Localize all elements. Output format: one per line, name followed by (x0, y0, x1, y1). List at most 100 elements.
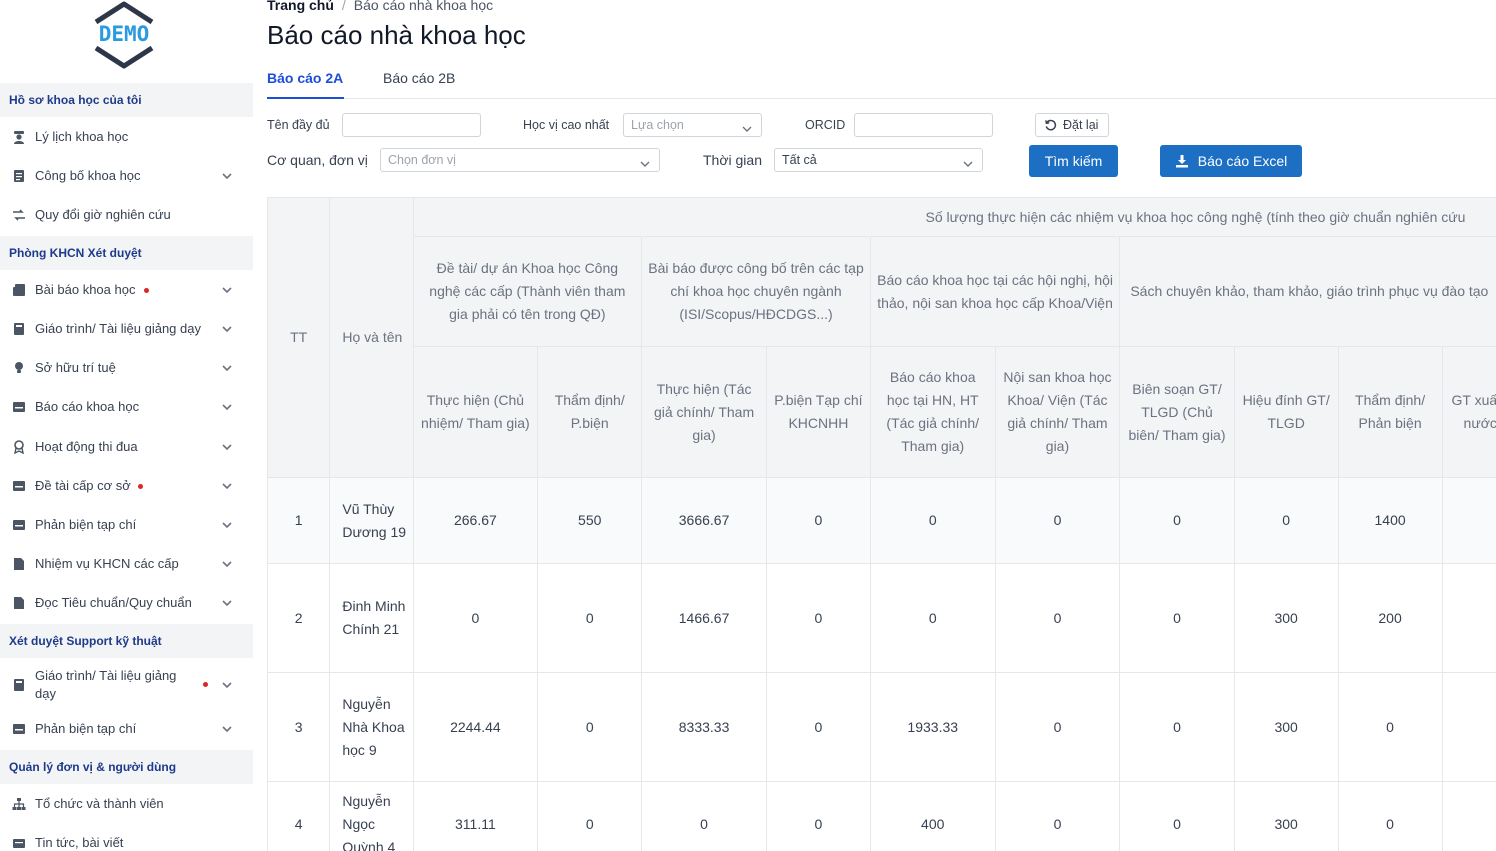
cell-tt: 3 (267, 672, 331, 782)
cell-value: 0 (537, 781, 643, 851)
cell-value: 0 (994, 672, 1121, 782)
sidebar-item-articles[interactable]: Bài báo khoa học (0, 271, 253, 309)
sidebar-item-competitions[interactable]: Hoạt động thi đua (0, 428, 253, 466)
sidebar-item-label: Đọc Tiêu chuẩn/Quy chuẩn (35, 595, 192, 610)
report-table-container[interactable]: TT Họ và tên Số lượng thực hiện các nhiệ… (267, 197, 1496, 851)
group-header-projects: Đề tài/ dự án Khoa học Công nghệ các cấp… (412, 236, 643, 347)
orcid-label: ORCID (805, 118, 846, 132)
full-name-label: Tên đầy đủ (267, 118, 330, 132)
sidebar-item-publications[interactable]: Công bố khoa học (0, 157, 253, 195)
excel-report-button[interactable]: Báo cáo Excel (1160, 145, 1302, 177)
cell-value: 266.67 (412, 477, 539, 564)
search-button[interactable]: Tìm kiếm (1029, 145, 1118, 177)
cell-value: 0 (641, 781, 767, 851)
section-unit-user-management: Quản lý đơn vị & người dùng (0, 750, 253, 784)
section-support-review: Xét duyệt Support kỹ thuật (0, 624, 253, 658)
report-icon (12, 400, 26, 414)
sidebar: DEMO Hồ sơ khoa học của tôi Lý lịch khoa… (0, 0, 253, 851)
group-header-conference-reports: Báo cáo khoa học tại các hội nghị, hội t… (869, 236, 1121, 347)
sidebar-item-standards[interactable]: Đọc Tiêu chuẩn/Quy chuẩn (0, 584, 253, 622)
report-tabs: Báo cáo 2A Báo cáo 2B (267, 70, 1496, 99)
table-row[interactable]: 4 Nguyễn Ngọc Quỳnh 4 311.11 0 0 0 400 0… (267, 781, 1496, 851)
sidebar-item-intellectual-property[interactable]: Sở hữu trí tuệ (0, 349, 253, 387)
medal-icon (12, 440, 26, 454)
sidebar-item-label: Báo cáo khoa học (35, 399, 140, 414)
excel-report-button-label: Báo cáo Excel (1197, 153, 1288, 169)
newspaper-icon (12, 283, 26, 297)
sidebar-item-organization[interactable]: Tổ chức và thành viên (0, 785, 253, 823)
notification-dot (203, 682, 208, 687)
subcol-header: Hiệu đính GT/ TLGD (1233, 346, 1339, 478)
sidebar-item-news[interactable]: Tin tức, bài viết (0, 824, 253, 851)
col-name-header: Họ và tên (329, 197, 414, 478)
lightbulb-icon (12, 361, 26, 375)
time-select-value: Tất cả (782, 153, 817, 167)
download-icon (1175, 155, 1188, 168)
page-title: Báo cáo nhà khoa học (267, 20, 526, 50)
table-row[interactable]: 2 Đinh Minh Chính 21 0 0 1466.67 0 0 0 0… (267, 563, 1496, 673)
cell-value: 0 (994, 477, 1121, 564)
cell-value: 0 (537, 563, 643, 673)
cell-value: 0 (1337, 672, 1443, 782)
full-name-input[interactable] (342, 113, 481, 137)
cell-value: 0 (869, 563, 996, 673)
reset-button[interactable]: Đặt lại (1035, 113, 1109, 137)
folder-icon (12, 479, 26, 493)
cell-value: 400 (869, 781, 996, 851)
cell-name: Đinh Minh Chính 21 (329, 563, 414, 673)
cell-value: 0 (1441, 477, 1496, 564)
cell-value: 0 (1337, 781, 1443, 851)
sidebar-item-label: Đề tài cấp cơ sở (35, 478, 131, 493)
degree-select[interactable]: Lựa chọn (623, 113, 762, 137)
user-graduate-icon (12, 130, 26, 144)
sidebar-item-support-journal-review[interactable]: Phản biện tạp chí (0, 710, 253, 748)
reset-button-label: Đặt lại (1063, 118, 1099, 132)
sidebar-item-base-projects[interactable]: Đề tài cấp cơ sở (0, 467, 253, 505)
cell-value: 0 (765, 672, 871, 782)
sidebar-item-label: Giáo trình/ Tài liệu giảng dạy (35, 668, 177, 701)
reset-icon (1045, 119, 1057, 130)
table-row[interactable]: 3 Nguyễn Nhà Khoa học 9 2244.44 0 8333.3… (267, 672, 1496, 782)
sidebar-item-scientific-cv[interactable]: Lý lịch khoa học (0, 118, 253, 156)
cell-value: 2244.44 (412, 672, 539, 782)
sidebar-item-textbooks[interactable]: Giáo trình/ Tài liệu giảng dạy (0, 310, 253, 348)
table-row[interactable]: 1 Vũ Thùy Dương 19 266.67 550 3666.67 0 … (267, 477, 1496, 564)
cell-value: 0 (1119, 477, 1235, 564)
sidebar-item-support-textbooks[interactable]: Giáo trình/ Tài liệu giảng dạy (0, 664, 253, 706)
sidebar-item-label: Giáo trình/ Tài liệu giảng dạy (35, 321, 201, 336)
cell-value: 300 (1233, 781, 1339, 851)
tab-report-2b[interactable]: Báo cáo 2B (383, 70, 455, 99)
cell-tt: 2 (267, 563, 331, 673)
chevron-down-icon (962, 155, 974, 167)
demo-logo[interactable]: DEMO (88, 0, 160, 70)
book-icon (12, 322, 26, 336)
sidebar-item-journal-review[interactable]: Phản biện tạp chí (0, 506, 253, 544)
orcid-input[interactable] (854, 113, 993, 137)
sidebar-item-label: Lý lịch khoa học (35, 129, 129, 144)
subcol-header: Thực hiện (Tác giả chính/ Tham gia) (641, 346, 767, 478)
cell-value: 0 (1441, 563, 1496, 673)
chevron-down-icon (221, 170, 233, 182)
cell-value: 200 (1337, 563, 1443, 673)
cell-value: 0 (994, 781, 1121, 851)
subcol-header: Thẩm định/ Phản biện (1337, 346, 1443, 478)
sidebar-item-label: Tin tức, bài viết (35, 835, 124, 850)
unit-select[interactable]: Chọn đơn vị (380, 148, 660, 172)
chevron-down-icon (221, 519, 233, 531)
sidebar-item-label: Bài báo khoa học (35, 282, 136, 297)
breadcrumb-home-link[interactable]: Trang chủ (267, 0, 334, 13)
cell-value: 0 (765, 781, 871, 851)
sidebar-item-label: Phản biện tạp chí (35, 721, 137, 736)
chevron-down-icon (221, 323, 233, 335)
cell-value: 0 (537, 672, 643, 782)
notification-dot (144, 288, 149, 293)
time-label: Thời gian (703, 152, 762, 168)
exchange-icon (12, 208, 26, 222)
time-select[interactable]: Tất cả (774, 148, 983, 172)
group-header-articles: Bài báo được công bố trên các tạp chí kh… (641, 236, 871, 347)
sidebar-item-scientific-reports[interactable]: Báo cáo khoa học (0, 388, 253, 426)
cell-value: 3666.67 (641, 477, 767, 564)
tab-report-2a[interactable]: Báo cáo 2A (267, 70, 344, 99)
sidebar-item-khcn-tasks[interactable]: Nhiệm vụ KHCN các cấp (0, 545, 253, 583)
sidebar-item-research-hours[interactable]: Quy đổi giờ nghiên cứu (0, 196, 253, 234)
